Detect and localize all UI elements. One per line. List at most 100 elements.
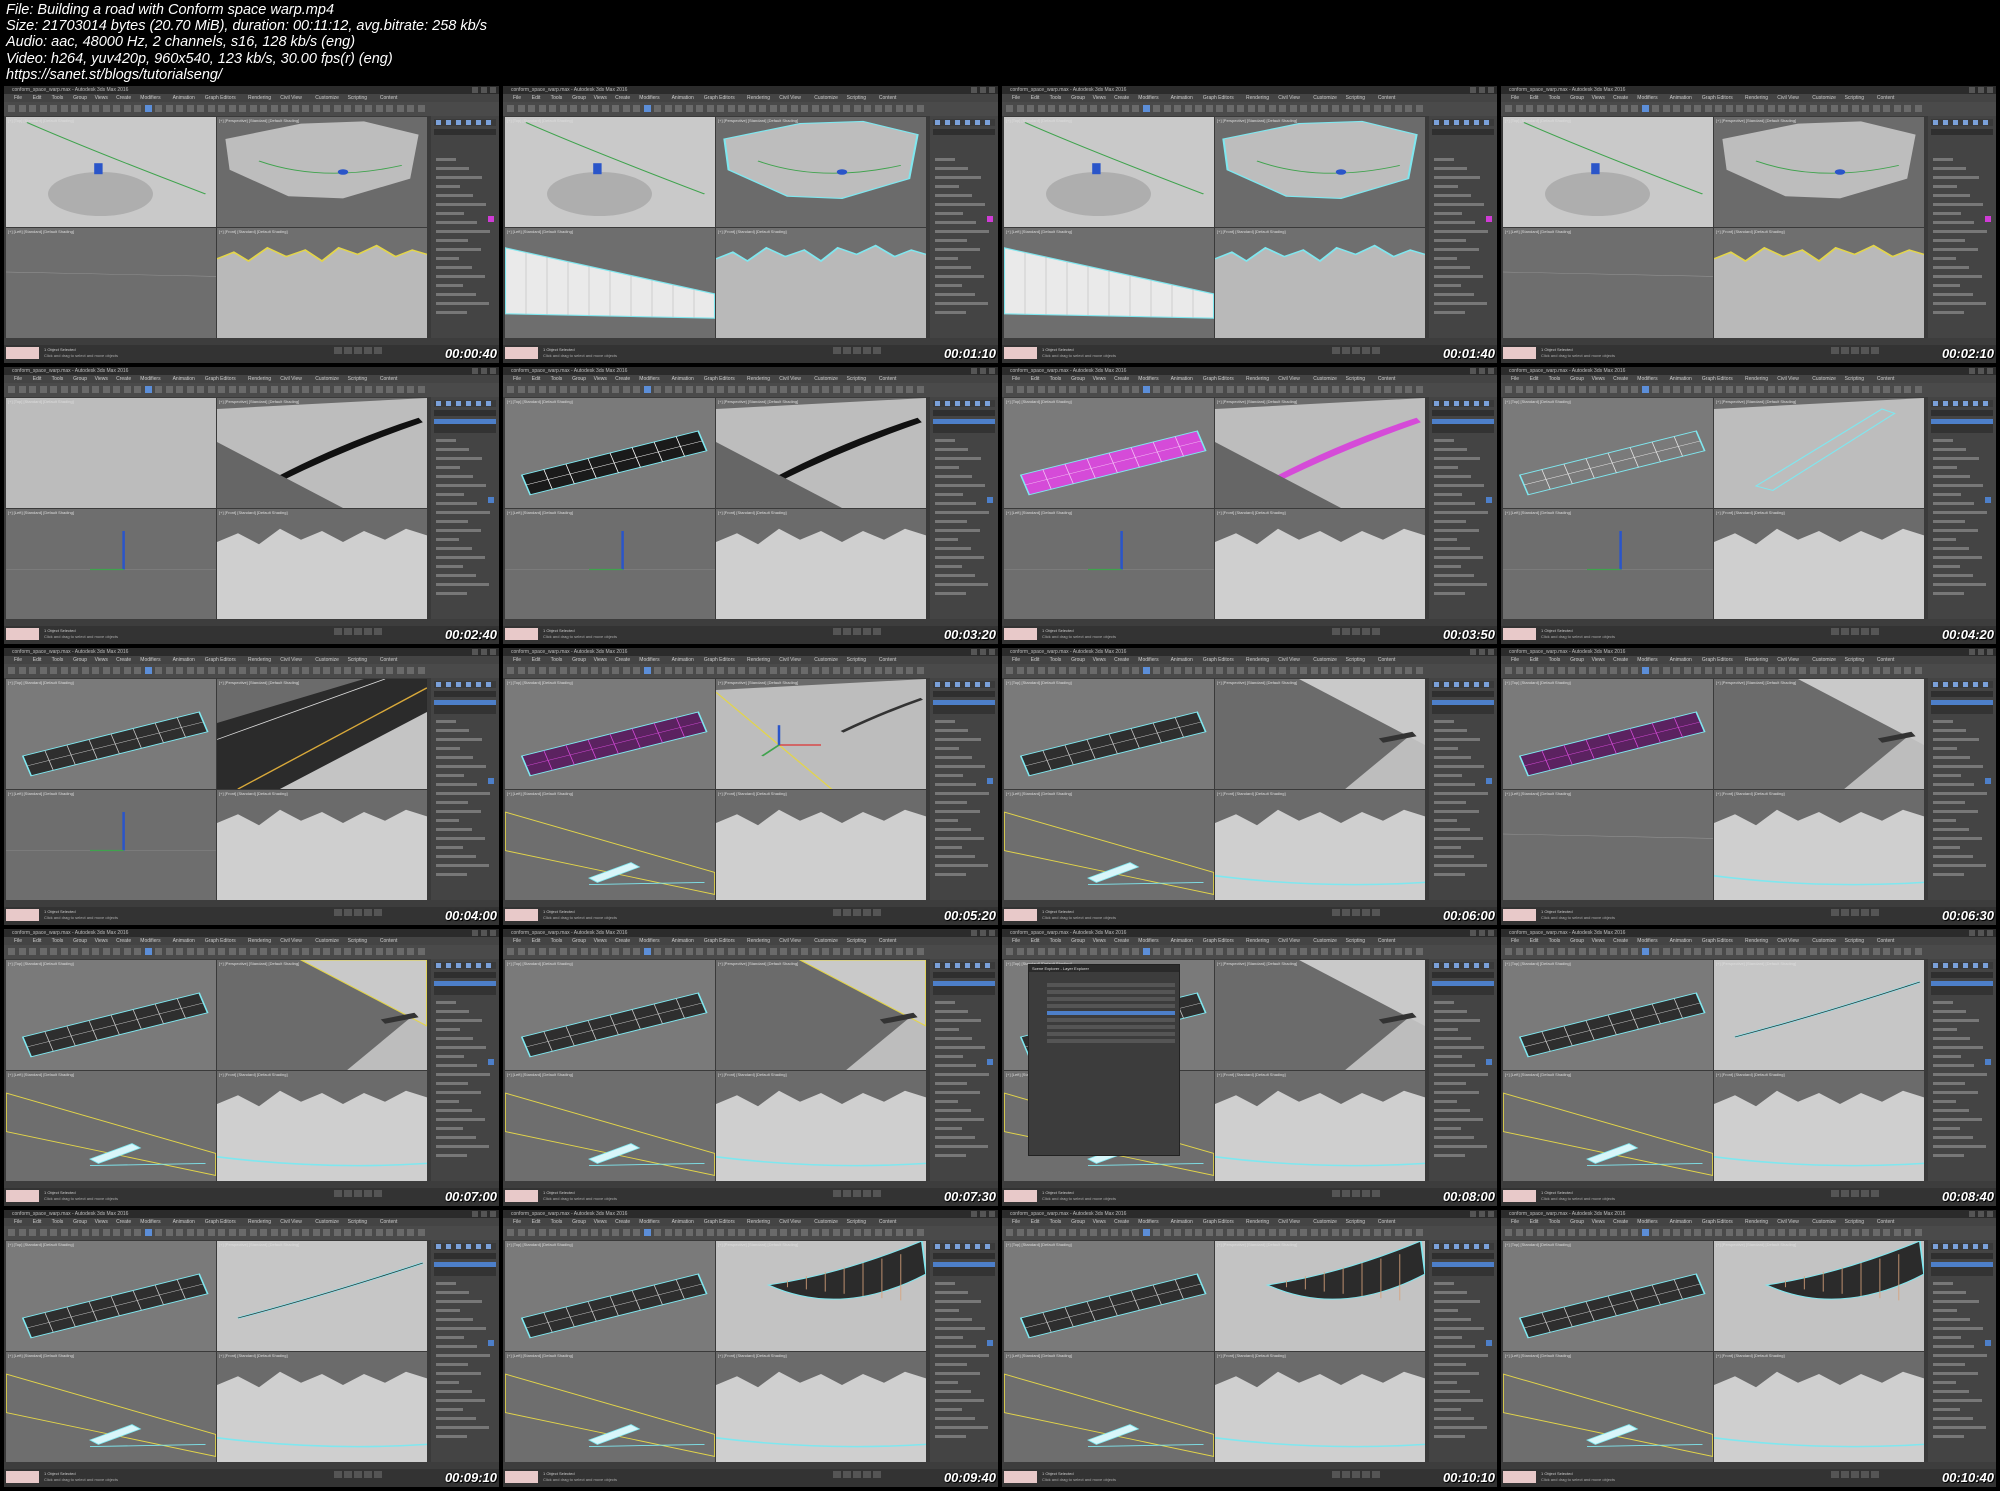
menu-file[interactable]: File xyxy=(14,1218,22,1226)
command-tab-icon[interactable] xyxy=(1973,401,1978,406)
menu-civil-view[interactable]: Civil View xyxy=(779,1218,801,1226)
panel-parameter-row[interactable] xyxy=(935,1327,985,1330)
layer-row[interactable] xyxy=(1047,997,1175,1001)
menu-group[interactable]: Group xyxy=(73,94,87,102)
toolbar-tool-icon[interactable] xyxy=(1820,948,1827,955)
toolbar-tool-icon[interactable] xyxy=(1111,948,1118,955)
menu-animation[interactable]: Animation xyxy=(1171,656,1193,664)
viewport-label[interactable]: [+] [Top] [Standard] [Default Shading] xyxy=(8,118,74,123)
panel-parameter-row[interactable] xyxy=(1933,448,1966,451)
panel-parameter-row[interactable] xyxy=(436,311,467,314)
viewport-label[interactable]: [+] [Left] [Standard] [Default Shading] xyxy=(8,1353,74,1358)
command-tab-icon[interactable] xyxy=(1464,682,1469,687)
toolbar-tool-icon[interactable] xyxy=(1079,667,1087,674)
toolbar-tool-icon[interactable] xyxy=(50,667,57,674)
toolbar-tool-icon[interactable] xyxy=(591,386,598,393)
toolbar-tool-icon[interactable] xyxy=(207,948,215,955)
menu-views[interactable]: Views xyxy=(1592,375,1605,383)
toolbar-tool-icon[interactable] xyxy=(302,105,309,112)
object-type-dropdown[interactable] xyxy=(434,1253,496,1259)
toolbar-tool-icon[interactable] xyxy=(1415,948,1423,955)
modifier-stack[interactable] xyxy=(434,1262,496,1276)
viewport-label[interactable]: [+] [Perspective] [Standard] [Default Sh… xyxy=(1716,118,1796,123)
toolbar-tool-icon[interactable] xyxy=(822,386,829,393)
panel-parameter-row[interactable] xyxy=(1933,221,1974,224)
panel-parameter-row[interactable] xyxy=(436,176,482,179)
object-type-dropdown[interactable] xyxy=(1931,972,1993,978)
toolbar-tool-icon[interactable] xyxy=(228,948,236,955)
toolbar-tool-icon[interactable] xyxy=(1620,105,1628,112)
panel-parameter-row[interactable] xyxy=(1933,1327,1983,1330)
toolbar-tool-icon[interactable] xyxy=(1830,386,1838,393)
viewport-label[interactable]: [+] [Top] [Standard] [Default Shading] xyxy=(1505,1242,1571,1247)
menu-views[interactable]: Views xyxy=(1592,94,1605,102)
panel-parameter-row[interactable] xyxy=(1933,855,1973,858)
command-tab-icon[interactable] xyxy=(456,401,461,406)
menu-file[interactable]: File xyxy=(14,94,22,102)
toolbar-tool-icon[interactable] xyxy=(1872,1229,1880,1236)
toolbar-tool-icon[interactable] xyxy=(1851,386,1859,393)
toolbar-tool-icon[interactable] xyxy=(675,386,682,393)
viewport-label[interactable]: [+] [Left] [Standard] [Default Shading] xyxy=(507,1353,573,1358)
toolbar-tool-icon[interactable] xyxy=(1111,105,1118,112)
toolbar-tool-icon[interactable] xyxy=(1526,386,1533,393)
toolbar-tool-icon[interactable] xyxy=(591,948,598,955)
toolbar-tool-icon[interactable] xyxy=(228,105,236,112)
toolbar-tool-icon[interactable] xyxy=(302,948,309,955)
toolbar-tool-icon[interactable] xyxy=(1662,105,1670,112)
toolbar-tool-icon[interactable] xyxy=(1321,667,1328,674)
menu-customize[interactable]: Customize xyxy=(814,656,838,664)
viewport-label[interactable]: [+] [Left] [Standard] [Default Shading] xyxy=(8,510,74,515)
object-color-swatch[interactable] xyxy=(987,1340,993,1346)
toolbar-tool-icon[interactable] xyxy=(1237,1229,1244,1236)
toolbar-tool-icon[interactable] xyxy=(1279,667,1286,674)
menu-content[interactable]: Content xyxy=(380,937,398,945)
menu-edit[interactable]: Edit xyxy=(532,1218,541,1226)
toolbar-tool-icon[interactable] xyxy=(39,386,47,393)
toolbar-tool-icon[interactable] xyxy=(622,948,630,955)
object-type-dropdown[interactable] xyxy=(1432,129,1494,135)
toolbar-tool-icon[interactable] xyxy=(874,105,882,112)
panel-parameter-row[interactable] xyxy=(1434,1019,1480,1022)
toolbar-tool-icon[interactable] xyxy=(1683,948,1691,955)
toolbar-tool-icon[interactable] xyxy=(407,386,414,393)
panel-parameter-row[interactable] xyxy=(1434,1145,1487,1148)
menu-modifiers[interactable]: Modifiers xyxy=(1637,937,1657,945)
menu-animation[interactable]: Animation xyxy=(1171,94,1193,102)
panel-parameter-row[interactable] xyxy=(1933,1127,1960,1130)
toolbar-tool-icon[interactable] xyxy=(323,948,330,955)
panel-parameter-row[interactable] xyxy=(436,819,459,822)
object-type-dropdown[interactable] xyxy=(1432,691,1494,697)
object-type-dropdown[interactable] xyxy=(1931,1253,1993,1259)
playback-button[interactable] xyxy=(833,1471,841,1478)
menu-scripting[interactable]: Scripting xyxy=(1346,94,1365,102)
panel-parameter-row[interactable] xyxy=(1434,230,1488,233)
toolbar-tool-icon[interactable] xyxy=(895,948,903,955)
toolbar-tool-icon[interactable] xyxy=(874,667,882,674)
toolbar-tool-icon[interactable] xyxy=(1184,667,1192,674)
toolbar-tool-icon[interactable] xyxy=(748,386,756,393)
toolbar-tool-icon[interactable] xyxy=(528,386,535,393)
toolbar-tool-icon[interactable] xyxy=(417,948,425,955)
viewport-label[interactable]: [+] [Front] [Standard] [Default Shading] xyxy=(1217,1353,1286,1358)
toolbar-tool-icon[interactable] xyxy=(517,105,525,112)
maximize-button[interactable] xyxy=(1479,930,1485,936)
toolbar-tool-icon[interactable] xyxy=(102,105,110,112)
panel-parameter-row[interactable] xyxy=(935,1282,955,1285)
toolbar-tool-icon[interactable] xyxy=(50,1229,57,1236)
toolbar-tool-icon[interactable] xyxy=(1226,105,1234,112)
menu-edit[interactable]: Edit xyxy=(532,94,541,102)
panel-parameter-row[interactable] xyxy=(935,167,968,170)
viewport-label[interactable]: [+] [Perspective] [Standard] [Default Sh… xyxy=(219,680,299,685)
panel-parameter-row[interactable] xyxy=(1933,439,1953,442)
toolbar-tool-icon[interactable] xyxy=(1058,386,1066,393)
toolbar-tool-icon[interactable] xyxy=(176,948,183,955)
viewport-front[interactable]: [+] [Front] [Standard] [Default Shading] xyxy=(217,790,427,900)
menu-create[interactable]: Create xyxy=(116,656,131,664)
menu-animation[interactable]: Animation xyxy=(1670,937,1692,945)
toolbar-tool-icon[interactable] xyxy=(832,386,840,393)
toolbar-tool-icon[interactable] xyxy=(407,105,414,112)
toolbar-tool-icon[interactable] xyxy=(853,948,861,955)
command-tab-icon[interactable] xyxy=(486,120,491,125)
toolbar-tool-icon[interactable] xyxy=(1683,386,1691,393)
